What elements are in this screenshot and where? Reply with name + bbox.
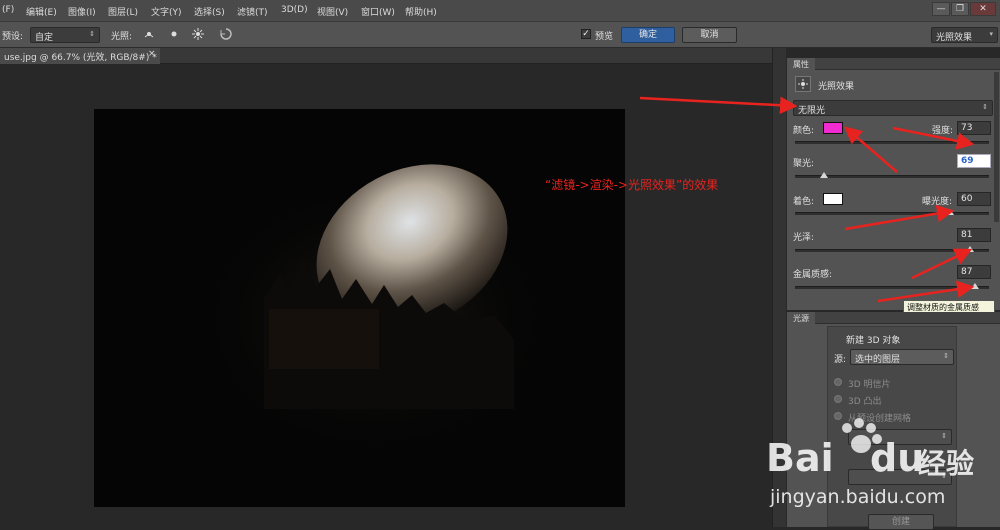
light-type-select[interactable]: 无限光 ⇕ [793,100,993,116]
gloss-slider-thumb[interactable] [965,246,974,252]
colorize-label: 着色: [793,197,815,207]
spot-light-icon[interactable] [142,27,156,41]
hotspot-slider-thumb[interactable] [820,172,829,178]
point-light-icon[interactable] [167,27,181,41]
source-select[interactable]: 选中的图层 ⇕ [850,349,954,365]
gloss-input[interactable]: 81 [957,228,991,242]
gloss-slider[interactable] [795,246,989,252]
watermark-brand: Bai [766,436,834,480]
exposure-label: 曝光度: [922,197,953,207]
color-label: 颜色: [793,126,815,136]
menu-window[interactable]: 窗口(W) [361,5,395,18]
watermark-brand-2: du [870,436,925,480]
properties-scrollbar[interactable] [994,72,999,222]
tab-lights[interactable]: 光源 [787,312,815,324]
restore-button[interactable]: ❐ [951,2,969,16]
lit-image[interactable] [94,109,625,507]
metallic-label: 金属质感: [793,270,833,280]
menu-view[interactable]: 视图(V) [317,5,348,18]
document-title: use.jpg @ 66.7% (光效, RGB/8#) * [4,53,157,63]
menu-image[interactable]: 图像(I) [68,5,96,18]
options-bar: 预设: 自定 ⇕ 光照: ✓ 预览 确定 取消 光照效果 ▾ [0,22,1000,48]
menu-bar: (F) 编辑(E) 图像(I) 图层(L) 文字(Y) 选择(S) 滤镜(T) … [0,0,1000,22]
gloss-label: 光泽: [793,233,815,243]
canvas-area[interactable] [0,64,772,527]
menu-filter[interactable]: 滤镜(T) [237,5,268,18]
postcard-option-label: 3D 明信片 [848,380,891,390]
lighting-effects-icon [795,76,811,92]
menu-3d[interactable]: 3D(D) [281,5,308,15]
properties-panel: 属性 光照效果 无限光 ⇕ 颜色: 强度: 73 聚光: 69 着色: 曝光度:… [786,58,1000,310]
workspace-select[interactable]: 光照效果 ▾ [931,27,998,43]
reset-light-icon[interactable] [218,26,234,42]
intensity-input[interactable]: 73 [957,121,991,135]
preset-value: 自定 [35,33,54,43]
watermark-suffix: 经验 [918,447,975,480]
properties-header: 属性 [787,58,1000,70]
workspace-value: 光照效果 [936,33,973,43]
exposure-slider[interactable] [795,209,989,215]
menu-edit[interactable]: 编辑(E) [26,5,57,18]
preset-label: 预设: [2,32,24,42]
chevron-down-icon: ▾ [989,30,993,38]
chevron-updown-icon: ⇕ [943,352,949,360]
infinite-light-icon[interactable] [191,27,205,41]
close-window-button[interactable]: ✕ [970,2,996,16]
cancel-button[interactable]: 取消 [682,27,737,43]
preset-select[interactable]: 自定 ⇕ [30,27,100,43]
metallic-slider[interactable] [795,283,989,289]
hotspot-input[interactable]: 69 [957,154,991,168]
colorize-swatch[interactable] [823,193,843,205]
intensity-slider[interactable] [795,138,989,144]
minimize-button[interactable]: — [932,2,950,16]
light-color-swatch[interactable] [823,122,843,134]
menu-help[interactable]: 帮助(H) [405,5,437,18]
chevron-updown-icon: ⇕ [89,30,95,38]
extrude-option-label: 3D 凸出 [848,397,882,407]
metallic-input[interactable]: 87 [957,265,991,279]
document-tab[interactable]: use.jpg @ 66.7% (光效, RGB/8#) * × [0,48,160,64]
hotspot-label: 聚光: [793,159,815,169]
watermark-url: jingyan.baidu.com [770,486,946,508]
chevron-updown-icon: ⇕ [982,103,988,111]
new-3d-object-title: 新建 3D 对象 [846,336,901,346]
menu-select[interactable]: 选择(S) [194,5,225,18]
light-type-label: 光照: [111,32,133,42]
properties-title: 光照效果 [818,82,855,92]
lights-header: 光源 [787,312,1000,324]
exposure-input[interactable]: 60 [957,192,991,206]
source-value: 选中的图层 [855,355,901,365]
intensity-label: 强度: [932,126,954,136]
metallic-slider-thumb[interactable] [971,283,980,289]
tab-properties[interactable]: 属性 [787,58,815,70]
light-type-value: 无限光 [798,106,826,116]
ok-button[interactable]: 确定 [621,27,675,43]
hotspot-slider[interactable] [795,172,989,178]
preview-checkbox[interactable]: ✓ [581,29,591,39]
menu-layer[interactable]: 图层(L) [108,5,138,18]
menu-file[interactable]: (F) [2,5,14,15]
preview-label: 预览 [595,32,614,42]
intensity-slider-thumb[interactable] [957,138,966,144]
close-tab-icon[interactable]: × [148,49,156,59]
baidu-watermark: Bai du 经验 jingyan.baidu.com [760,418,990,518]
source-label: 源: [834,355,847,365]
exposure-slider-thumb[interactable] [946,209,955,215]
menu-type[interactable]: 文字(Y) [151,5,182,18]
extrude-radio[interactable] [834,395,842,403]
postcard-radio[interactable] [834,378,842,386]
document-tab-bar: use.jpg @ 66.7% (光效, RGB/8#) * × [0,48,772,64]
annotation-caption: “滤镜->渲染->光照效果”的效果 [545,178,719,192]
